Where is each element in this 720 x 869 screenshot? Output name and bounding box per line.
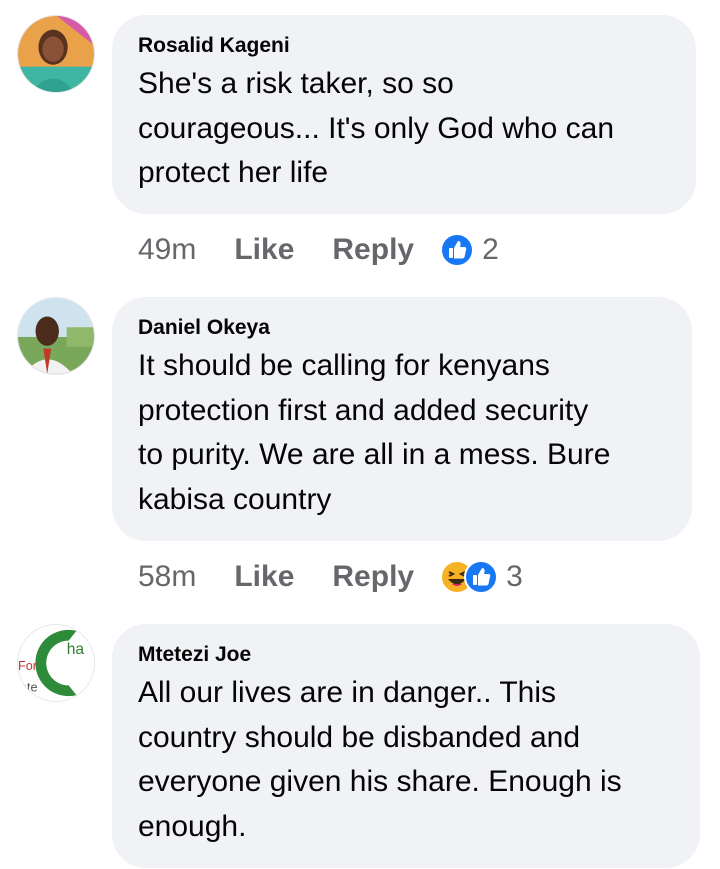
avatar[interactable] — [17, 15, 95, 93]
comment-actions: 49m Like Reply 2 — [138, 230, 499, 270]
like-reaction-icon — [440, 233, 475, 267]
like-button[interactable]: Like — [234, 233, 294, 267]
like-button[interactable]: Like — [234, 560, 294, 594]
comment-author[interactable]: Rosalid Kageni — [138, 33, 670, 59]
reactions-summary[interactable]: 2 — [440, 233, 499, 267]
avatar[interactable]: ha For ate — [17, 624, 95, 702]
comment-text: She's a risk taker, so so courageous... … — [138, 67, 615, 189]
reaction-count: 3 — [506, 560, 523, 593]
comment-author[interactable]: Daniel Okeya — [138, 315, 666, 341]
comment-text: All our lives are in danger.. This count… — [138, 676, 622, 843]
avatar-logo-text-1: ha — [67, 641, 85, 658]
avatar[interactable] — [17, 297, 95, 375]
reactions-summary[interactable]: 3 — [440, 560, 523, 594]
comment-author[interactable]: Mtetezi Joe — [138, 642, 674, 668]
reaction-count: 2 — [482, 233, 499, 266]
comment-text: It should be calling for kenyans protect… — [138, 349, 611, 516]
comment-bubble: Mtetezi Joe All our lives are in danger.… — [112, 624, 700, 868]
comment-timestamp[interactable]: 49m — [138, 233, 196, 267]
comment-bubble: Daniel Okeya It should be calling for ke… — [112, 297, 692, 541]
avatar-logo-text-2: For — [18, 659, 37, 673]
reply-button[interactable]: Reply — [332, 233, 414, 267]
avatar-logo-text-3: ate — [20, 680, 38, 694]
like-reaction-icon — [464, 560, 499, 594]
comment-timestamp[interactable]: 58m — [138, 560, 196, 594]
comment-actions: 58m Like Reply 3 — [138, 557, 523, 597]
reply-button[interactable]: Reply — [332, 560, 414, 594]
comment-bubble: Rosalid Kageni She's a risk taker, so so… — [112, 15, 696, 214]
